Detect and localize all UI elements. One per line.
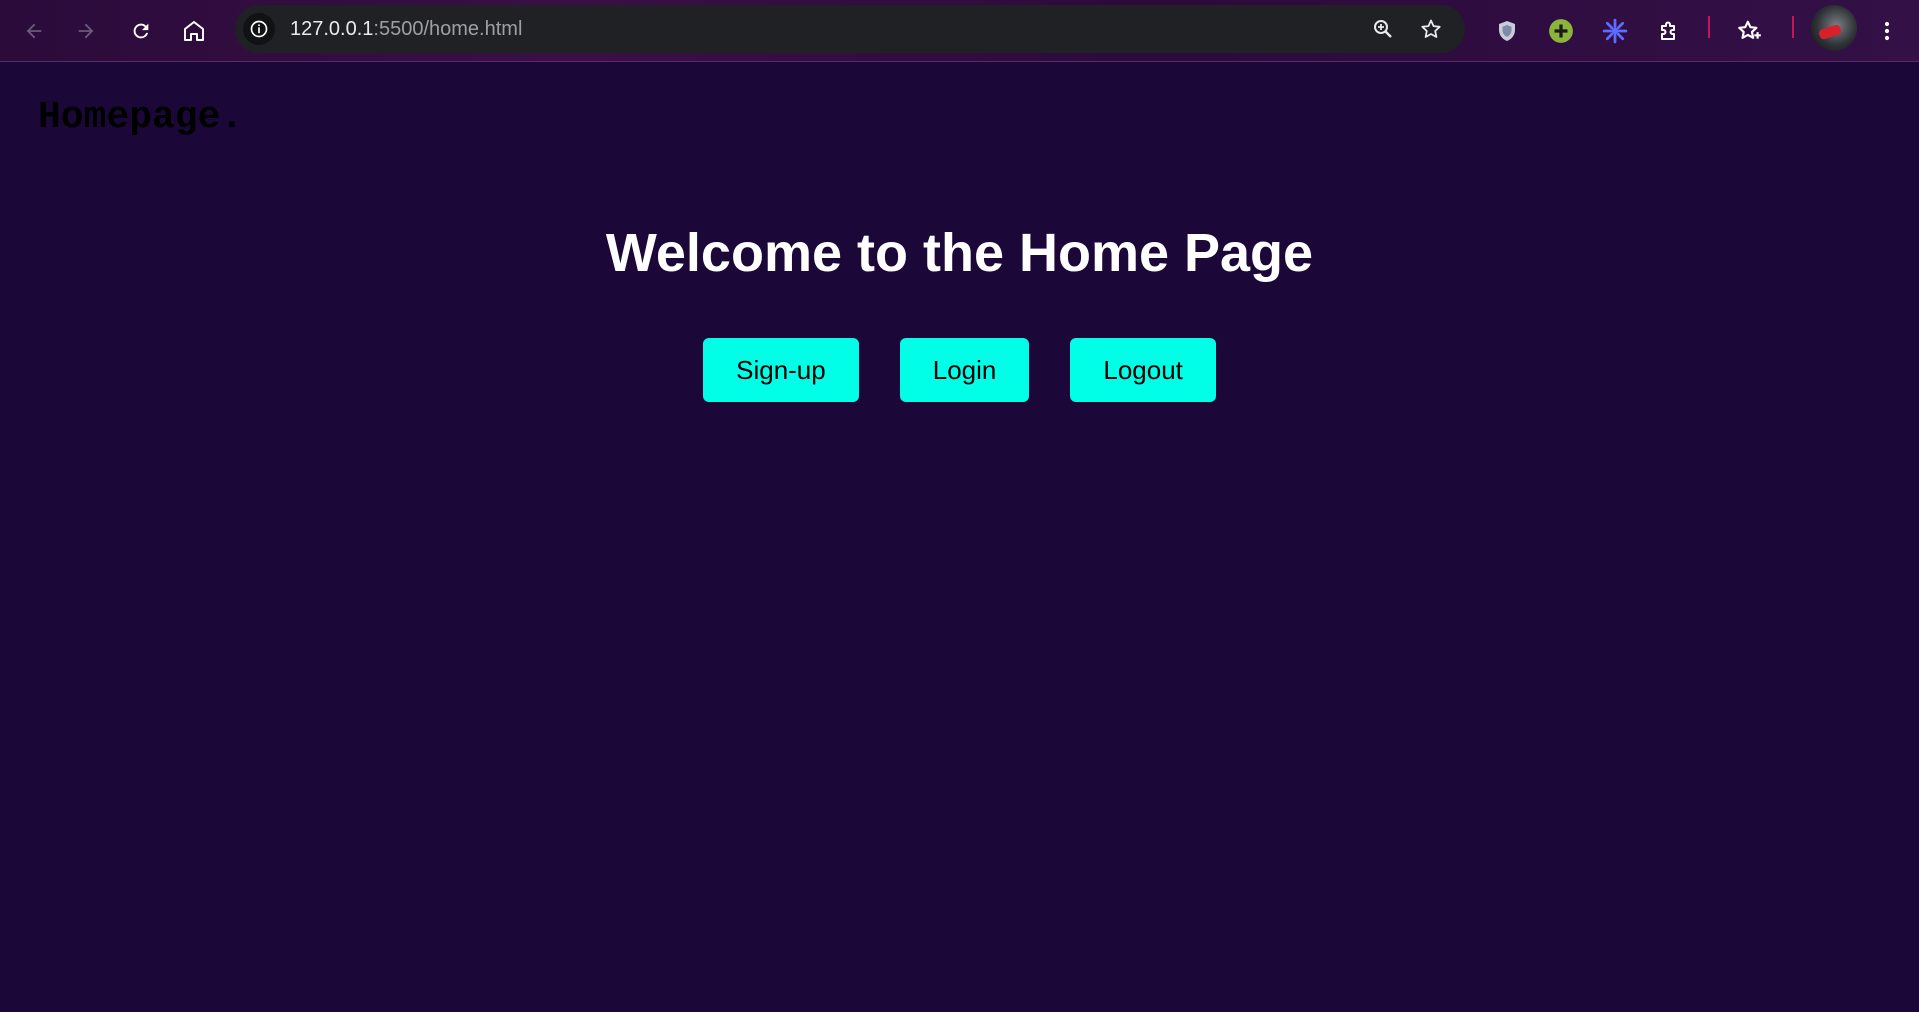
bookmarks-star-icon[interactable] <box>1730 11 1770 51</box>
page-content: Homepage. Welcome to the Home Page Sign-… <box>0 62 1919 1012</box>
button-row: Sign-up Login Logout <box>0 338 1919 402</box>
gear-extension-icon[interactable] <box>1595 11 1635 51</box>
url-path: :5500/home.html <box>373 18 523 40</box>
page-title: Welcome to the Home Page <box>605 223 1314 283</box>
reload-icon[interactable] <box>121 11 161 51</box>
zoom-icon[interactable] <box>1367 13 1399 45</box>
signup-button[interactable]: Sign-up <box>703 338 859 402</box>
url-host: 127.0.0.1 <box>290 18 374 40</box>
extensions-puzzle-icon[interactable] <box>1649 11 1689 51</box>
home-icon[interactable] <box>174 11 214 51</box>
plus-extension-icon[interactable] <box>1541 11 1581 51</box>
site-info-icon[interactable] <box>243 13 275 45</box>
url-text[interactable]: 127.0.0.1:5500/home.html <box>290 5 522 53</box>
address-bar[interactable]: 127.0.0.1:5500/home.html <box>235 5 1465 53</box>
bookmark-star-icon[interactable] <box>1415 13 1447 45</box>
browser-toolbar: 127.0.0.1:5500/home.html <box>0 0 1919 62</box>
brand-logo: Homepage. <box>38 96 244 139</box>
menu-kebab-icon[interactable] <box>1867 11 1907 51</box>
toolbar-divider <box>1708 16 1710 38</box>
login-button[interactable]: Login <box>899 338 1030 402</box>
back-icon[interactable] <box>14 11 54 51</box>
forward-icon[interactable] <box>66 11 106 51</box>
toolbar-divider <box>1792 16 1794 38</box>
profile-avatar[interactable] <box>1811 5 1857 51</box>
shield-extension-icon[interactable] <box>1487 11 1527 51</box>
logout-button[interactable]: Logout <box>1070 338 1216 402</box>
